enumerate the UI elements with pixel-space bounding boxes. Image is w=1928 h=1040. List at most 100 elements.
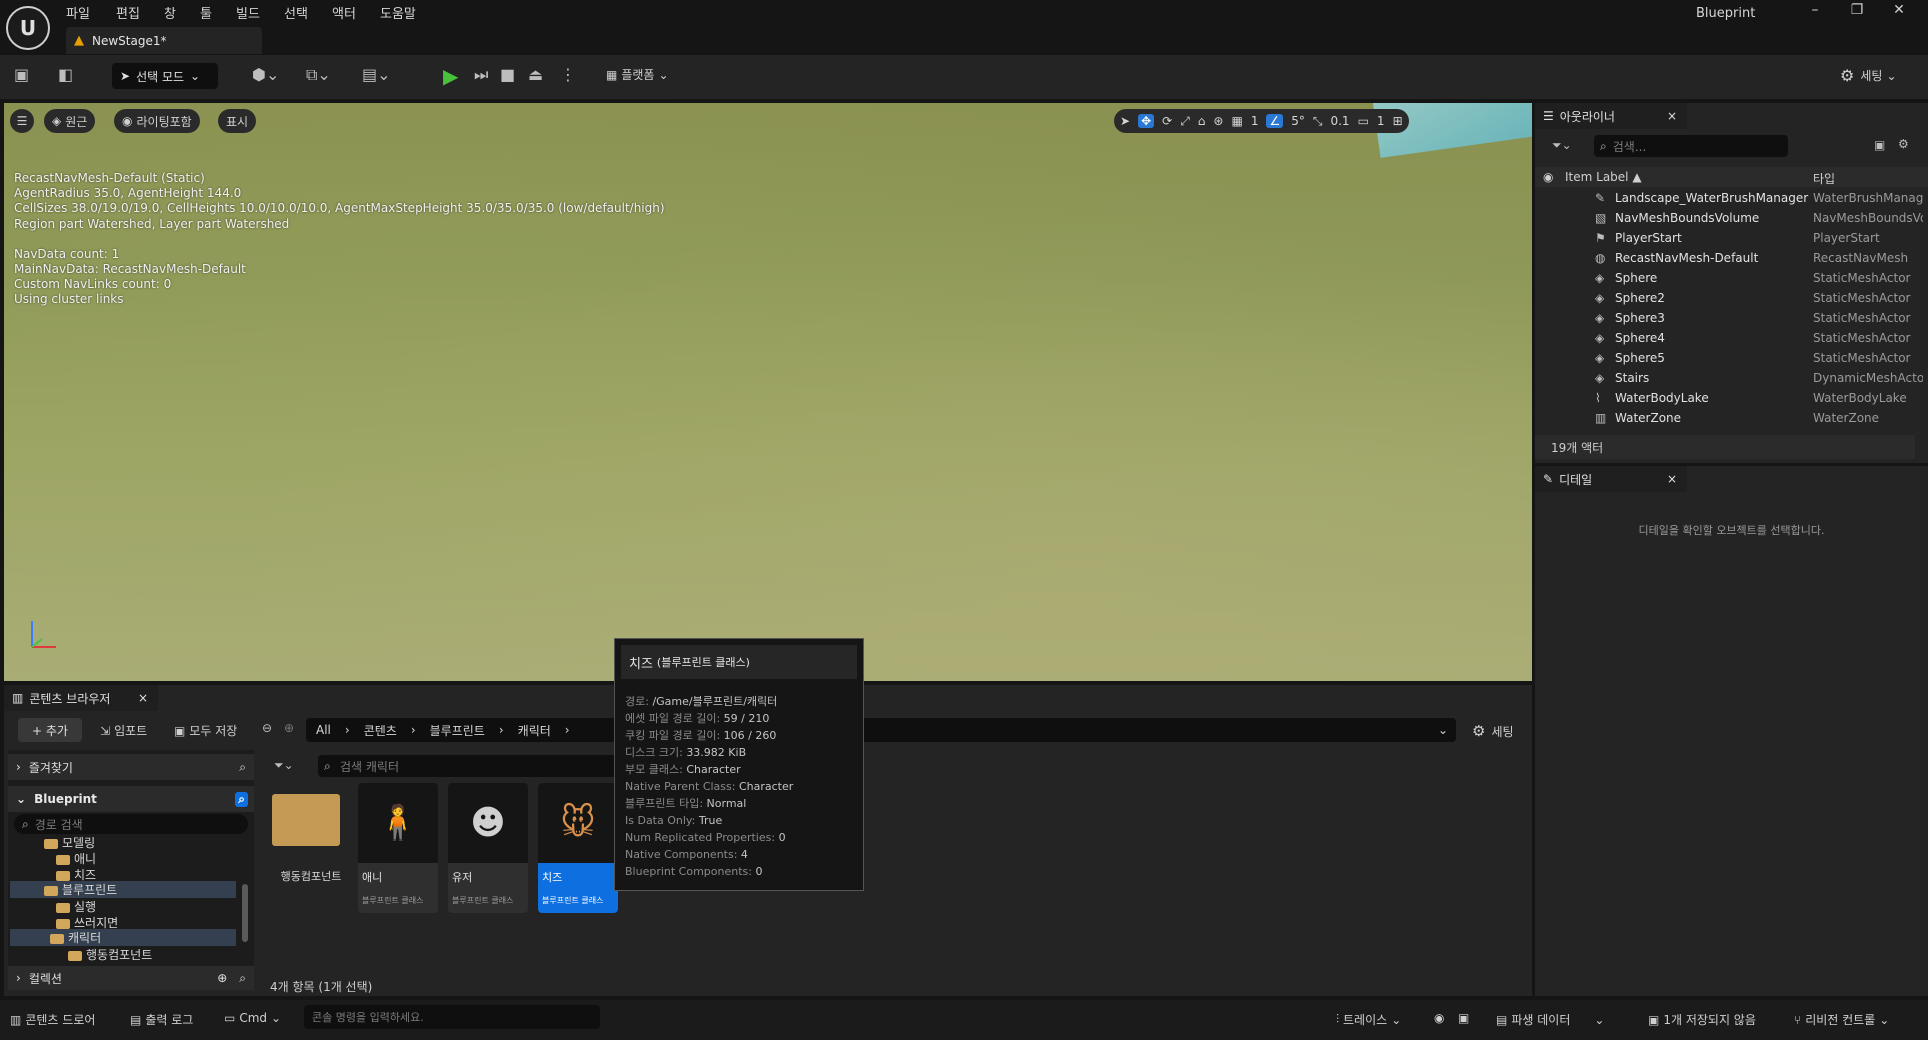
- scale-snap-icon[interactable]: ⤡: [1313, 114, 1323, 129]
- menu-help[interactable]: 도움말: [380, 3, 416, 22]
- translate-tool-icon[interactable]: ✥: [1138, 114, 1155, 128]
- outliner-row[interactable]: ⚑ PlayerStart PlayerStart: [1535, 231, 1928, 251]
- lighting-button[interactable]: ◉ 라이팅포함: [114, 109, 200, 133]
- close-icon[interactable]: ×: [1667, 472, 1677, 486]
- asset-tile[interactable]: 🧍 애니 블루프린트 클래스: [358, 783, 438, 913]
- step-icon[interactable]: ⏭: [474, 65, 488, 85]
- outliner-row[interactable]: ⌇ WaterBodyLake WaterBodyLake: [1535, 391, 1928, 411]
- outliner-row[interactable]: ◈ Sphere3 StaticMeshActor: [1535, 311, 1928, 331]
- tree-item[interactable]: 행동컴포넌트: [68, 946, 152, 963]
- save-icon[interactable]: ▣: [14, 65, 29, 84]
- filter-icon[interactable]: ⏷⌄: [274, 758, 294, 773]
- play-options-icon[interactable]: ⋮: [560, 65, 576, 84]
- folder-thumbnail-icon[interactable]: [272, 794, 340, 846]
- menu-actor[interactable]: 액터: [332, 3, 356, 22]
- screenshot-icon[interactable]: ▣: [1458, 1011, 1469, 1025]
- filter-icon[interactable]: ⏷⌄: [1552, 138, 1572, 153]
- menu-file[interactable]: 파일: [66, 3, 90, 22]
- outliner-row[interactable]: ◈ Stairs DynamicMeshActor: [1535, 371, 1928, 391]
- menu-edit[interactable]: 편집: [116, 3, 140, 22]
- content-drawer-button[interactable]: ▥ 콘텐츠 드로어: [10, 1011, 95, 1028]
- outliner-row[interactable]: ◈ Sphere4 StaticMeshActor: [1535, 331, 1928, 351]
- outliner-row[interactable]: ✎ Landscape_WaterBrushManager WaterBrushMa…: [1535, 191, 1928, 211]
- unreal-logo-icon[interactable]: U: [6, 6, 50, 50]
- column-type[interactable]: 타입: [1813, 170, 1835, 187]
- level-tab[interactable]: ▲ NewStage1*: [66, 27, 262, 54]
- asset-tile[interactable]: ☻ 유저 블루프린트 클래스: [448, 783, 528, 913]
- outliner-search-input[interactable]: ⌕ 검색...: [1594, 135, 1788, 157]
- show-button[interactable]: 표시: [218, 109, 257, 133]
- scale-snap-value[interactable]: 0.1: [1330, 114, 1349, 128]
- grid-snap-value[interactable]: 1: [1251, 114, 1259, 128]
- console-input[interactable]: 콘솔 명령을 입력하세요.: [304, 1005, 600, 1029]
- tree-item-selected[interactable]: 캐릭터: [10, 929, 236, 946]
- tree-scrollbar[interactable]: [242, 884, 248, 942]
- camera-speed-icon[interactable]: ▭: [1358, 114, 1369, 128]
- viewport-menu-icon[interactable]: ☰: [10, 109, 34, 133]
- menu-build[interactable]: 빌드: [236, 3, 260, 22]
- stop-icon[interactable]: ■: [500, 65, 515, 84]
- outliner-tab[interactable]: ☰ 아웃라이너 ×: [1535, 103, 1687, 129]
- cb-settings-button[interactable]: ⚙ 세팅: [1472, 722, 1514, 740]
- angle-snap-icon[interactable]: ∠: [1266, 114, 1284, 128]
- chevron-down-icon[interactable]: ⌄: [1438, 723, 1448, 737]
- search-icon[interactable]: ⌕: [239, 971, 246, 986]
- camera-speed-value[interactable]: 1: [1377, 114, 1385, 128]
- content-browse-icon[interactable]: ◧: [58, 65, 73, 84]
- angle-snap-value[interactable]: 5°: [1291, 114, 1305, 128]
- breadcrumb-blueprint[interactable]: 블루프린트: [430, 722, 485, 739]
- close-button[interactable]: ✕: [1884, 2, 1914, 22]
- cmd-dropdown[interactable]: ▭ Cmd ⌄: [224, 1011, 281, 1025]
- tree-item[interactable]: 애니: [56, 850, 96, 867]
- play-button[interactable]: ▶: [443, 64, 458, 88]
- close-icon[interactable]: ×: [1667, 109, 1677, 123]
- add-actor-icon[interactable]: ⬢⌄: [252, 65, 279, 84]
- restore-button[interactable]: ❐: [1842, 2, 1872, 22]
- add-collection-icon[interactable]: ⊕: [217, 971, 227, 985]
- grid-snap-icon[interactable]: ▦: [1231, 114, 1242, 128]
- breadcrumb-content[interactable]: 콘텐츠: [364, 722, 397, 739]
- outliner-row[interactable]: ◈ Sphere StaticMeshActor: [1535, 271, 1928, 291]
- visibility-icon[interactable]: ◉: [1543, 170, 1553, 184]
- asset-tile-selected[interactable]: 🐭 치즈 블루프린트 클래스: [538, 783, 618, 913]
- path-search-input[interactable]: ⌕ 경로 검색: [14, 814, 248, 834]
- collections-section[interactable]: › 컬렉션 ⊕ ⌕: [8, 966, 254, 990]
- cinematics-icon[interactable]: ▤⌄: [362, 65, 391, 84]
- breadcrumb-character[interactable]: 캐릭터: [518, 722, 551, 739]
- platforms-dropdown[interactable]: ▦ 플랫폼 ⌄: [606, 66, 669, 83]
- breadcrumb-all[interactable]: All: [316, 723, 331, 737]
- details-tab[interactable]: ✎ 디테일 ×: [1535, 466, 1687, 492]
- tree-item[interactable]: 블루프린트: [10, 881, 236, 898]
- unsaved-button[interactable]: ▣ 1개 저장되지 않음: [1648, 1011, 1756, 1028]
- close-icon[interactable]: ×: [138, 691, 148, 705]
- scale-tool-icon[interactable]: ⤢: [1180, 114, 1190, 129]
- minimize-button[interactable]: –: [1800, 2, 1830, 22]
- project-section[interactable]: ⌄ Blueprint ⌕: [8, 786, 254, 812]
- rotate-tool-icon[interactable]: ⟳: [1162, 114, 1172, 128]
- record-icon[interactable]: ◉: [1434, 1011, 1444, 1025]
- add-folder-icon[interactable]: ▣: [1874, 138, 1885, 152]
- select-tool-icon[interactable]: ➤: [1120, 114, 1130, 128]
- settings-dropdown[interactable]: ⚙ 세팅 ⌄: [1840, 66, 1897, 85]
- menu-tools[interactable]: 툴: [200, 3, 212, 22]
- revision-control-dropdown[interactable]: ⑂ 리비전 컨트롤 ⌄: [1794, 1011, 1889, 1028]
- output-log-button[interactable]: ▤ 출력 로그: [130, 1011, 193, 1028]
- tree-item[interactable]: 모델링: [44, 834, 95, 851]
- trace-dropdown[interactable]: ⫶ 트레이스 ⌄: [1336, 1011, 1401, 1028]
- blueprint-menu-icon[interactable]: ⧉⌄: [306, 65, 331, 85]
- favorites-section[interactable]: › 즐겨찾기 ⌕: [8, 754, 254, 780]
- back-icon[interactable]: ⊖: [262, 721, 272, 735]
- folder-label[interactable]: 행동컴포넌트: [280, 868, 342, 884]
- outliner-row[interactable]: ▥ WaterZone WaterZone: [1535, 411, 1928, 431]
- forward-icon[interactable]: ⊕: [284, 721, 294, 735]
- select-mode-dropdown[interactable]: ➤ 선택 모드 ⌄: [112, 63, 218, 89]
- world-local-icon[interactable]: ⌂: [1198, 114, 1206, 128]
- level-viewport[interactable]: ☰ ◈ 원근 ◉ 라이팅포함 표시 ➤ ✥ ⟳ ⤢ ⌂ ⊛ ▦ 1 ∠ 5° ⤡…: [4, 103, 1532, 681]
- content-browser-tab[interactable]: ▥ 콘텐츠 브라우저 ×: [4, 685, 158, 711]
- save-all-button[interactable]: ▣ 모두 저장: [174, 722, 237, 739]
- surface-snap-icon[interactable]: ⊛: [1213, 114, 1223, 128]
- column-item-label[interactable]: Item Label ▲: [1565, 170, 1642, 184]
- search-icon[interactable]: ⌕: [239, 760, 246, 775]
- eject-icon[interactable]: ⏏: [528, 65, 543, 84]
- derived-data-dropdown[interactable]: ▤ 파생 데이터 ⌄: [1496, 1011, 1604, 1028]
